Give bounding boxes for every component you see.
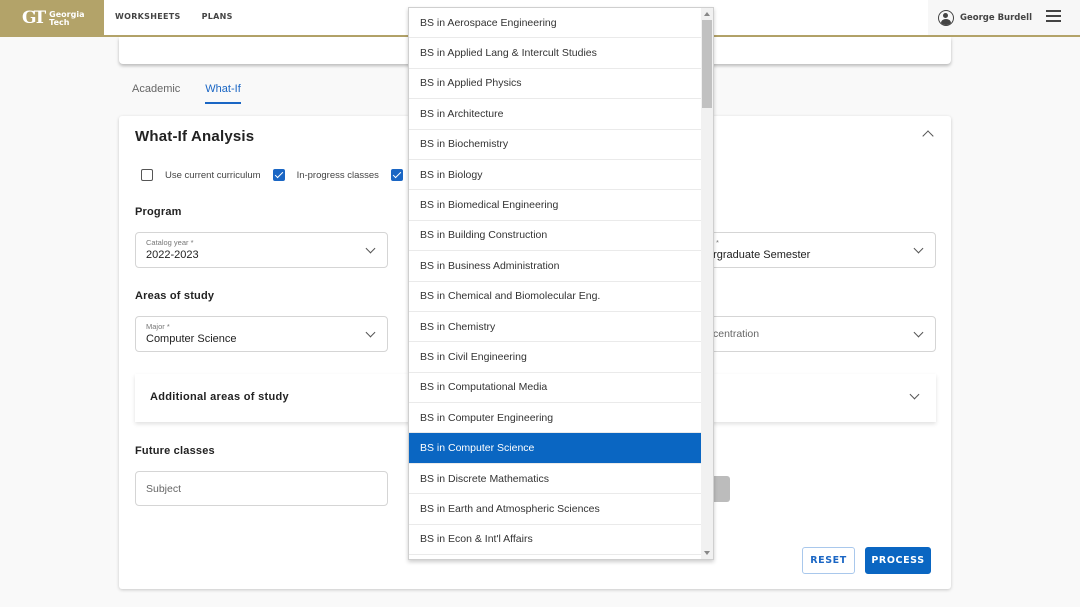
third-option-checkbox[interactable] bbox=[390, 169, 403, 181]
catalog-year-label: Catalog year * bbox=[146, 238, 194, 247]
major-label: Major * bbox=[146, 322, 170, 331]
dropdown-option[interactable]: BS in Applied Lang & Intercult Studies bbox=[409, 38, 702, 69]
dropdown-option[interactable]: BS in Discrete Mathematics bbox=[409, 464, 702, 495]
chevron-down-icon bbox=[365, 243, 376, 254]
degree-value: ergraduate Semester bbox=[707, 249, 811, 261]
dropdown-option[interactable]: BS in Architecture bbox=[409, 99, 702, 130]
major-value: Computer Science bbox=[146, 333, 237, 345]
scrollbar-thumb[interactable] bbox=[702, 20, 712, 108]
subject-input[interactable]: Subject bbox=[135, 471, 388, 506]
gt-logo-mark: GT bbox=[22, 8, 46, 28]
hamburger-menu-icon[interactable] bbox=[1046, 10, 1061, 22]
major-dropdown-list[interactable]: BS in Aerospace Engineering BS in Applied… bbox=[408, 7, 714, 560]
process-button[interactable]: PROCESS bbox=[865, 547, 931, 574]
tab-what-if[interactable]: What-If bbox=[205, 83, 241, 104]
in-progress-classes-label: In-progress classes bbox=[296, 169, 379, 181]
dropdown-option[interactable]: BS in Computer Science bbox=[409, 433, 702, 464]
chevron-up-icon[interactable] bbox=[922, 130, 934, 142]
future-classes-heading: Future classes bbox=[135, 445, 215, 457]
audit-tabs: Academic What-If bbox=[132, 83, 241, 104]
dropdown-option[interactable]: BS in Econ & Int'l Affairs bbox=[409, 525, 702, 556]
areas-of-study-heading: Areas of study bbox=[135, 290, 215, 302]
concentration-select[interactable]: centration bbox=[679, 316, 936, 352]
logo-line-2: Tech bbox=[49, 17, 70, 27]
concentration-placeholder: centration bbox=[713, 328, 760, 340]
user-account-icon bbox=[938, 9, 954, 26]
georgia-tech-logo[interactable]: GT Georgia Tech bbox=[0, 0, 104, 37]
program-heading: Program bbox=[135, 206, 182, 218]
dropdown-option[interactable]: BS in Biochemistry bbox=[409, 130, 702, 160]
catalog-year-select[interactable]: Catalog year * 2022-2023 bbox=[135, 232, 388, 268]
reset-button[interactable]: RESET bbox=[802, 547, 855, 574]
use-current-curriculum-label: Use current curriculum bbox=[165, 169, 261, 181]
options-checkboxes: Use current curriculum In-progress class… bbox=[141, 169, 403, 181]
dropdown-option[interactable]: BS in Biology bbox=[409, 160, 702, 191]
dropdown-option[interactable]: BS in Aerospace Engineering bbox=[409, 8, 702, 39]
logo-wordmark: Georgia Tech bbox=[49, 10, 84, 27]
dropdown-option[interactable]: BS in Business Administration bbox=[409, 251, 702, 282]
dropdown-option[interactable]: BS in Computer Engineering bbox=[409, 403, 702, 434]
nav-worksheets[interactable]: WORKSHEETS bbox=[115, 12, 181, 21]
chevron-down-icon bbox=[913, 243, 924, 254]
dropdown-options: BS in Aerospace Engineering BS in Applied… bbox=[409, 8, 702, 556]
major-select[interactable]: Major * Computer Science bbox=[135, 316, 388, 352]
degree-select[interactable]: * ergraduate Semester bbox=[679, 232, 936, 268]
chevron-down-icon bbox=[365, 327, 376, 338]
dropdown-option[interactable]: BS in Biomedical Engineering bbox=[409, 190, 702, 221]
dropdown-scrollbar[interactable] bbox=[701, 8, 713, 559]
dropdown-option[interactable]: BS in Earth and Atmospheric Sciences bbox=[409, 494, 702, 525]
use-current-curriculum-checkbox[interactable] bbox=[141, 169, 153, 181]
dropdown-option[interactable]: BS in Building Construction bbox=[409, 221, 702, 252]
degree-label: * bbox=[716, 238, 719, 247]
nav-plans[interactable]: PLANS bbox=[202, 12, 233, 21]
dropdown-option[interactable]: BS in Computational Media bbox=[409, 373, 702, 404]
in-progress-classes-checkbox[interactable] bbox=[272, 169, 285, 181]
user-name: George Burdell bbox=[960, 12, 1032, 23]
main-nav: WORKSHEETS PLANS bbox=[115, 12, 233, 21]
subject-placeholder: Subject bbox=[146, 483, 182, 495]
catalog-year-value: 2022-2023 bbox=[146, 249, 199, 261]
scroll-down-arrow-icon[interactable] bbox=[704, 551, 710, 555]
additional-areas-title: Additional areas of study bbox=[150, 391, 289, 403]
user-menu[interactable]: George Burdell bbox=[928, 0, 1080, 35]
dropdown-option[interactable]: BS in Chemical and Biomolecular Eng. bbox=[409, 282, 702, 312]
chevron-down-icon bbox=[913, 327, 924, 338]
card-title: What-If Analysis bbox=[135, 128, 255, 145]
dropdown-option[interactable]: BS in Civil Engineering bbox=[409, 342, 702, 373]
scroll-up-arrow-icon[interactable] bbox=[704, 12, 710, 16]
dropdown-option[interactable]: BS in Applied Physics bbox=[409, 69, 702, 100]
chevron-down-icon bbox=[909, 389, 920, 400]
tab-academic[interactable]: Academic bbox=[132, 83, 180, 104]
dropdown-option[interactable]: BS in Chemistry bbox=[409, 312, 702, 343]
